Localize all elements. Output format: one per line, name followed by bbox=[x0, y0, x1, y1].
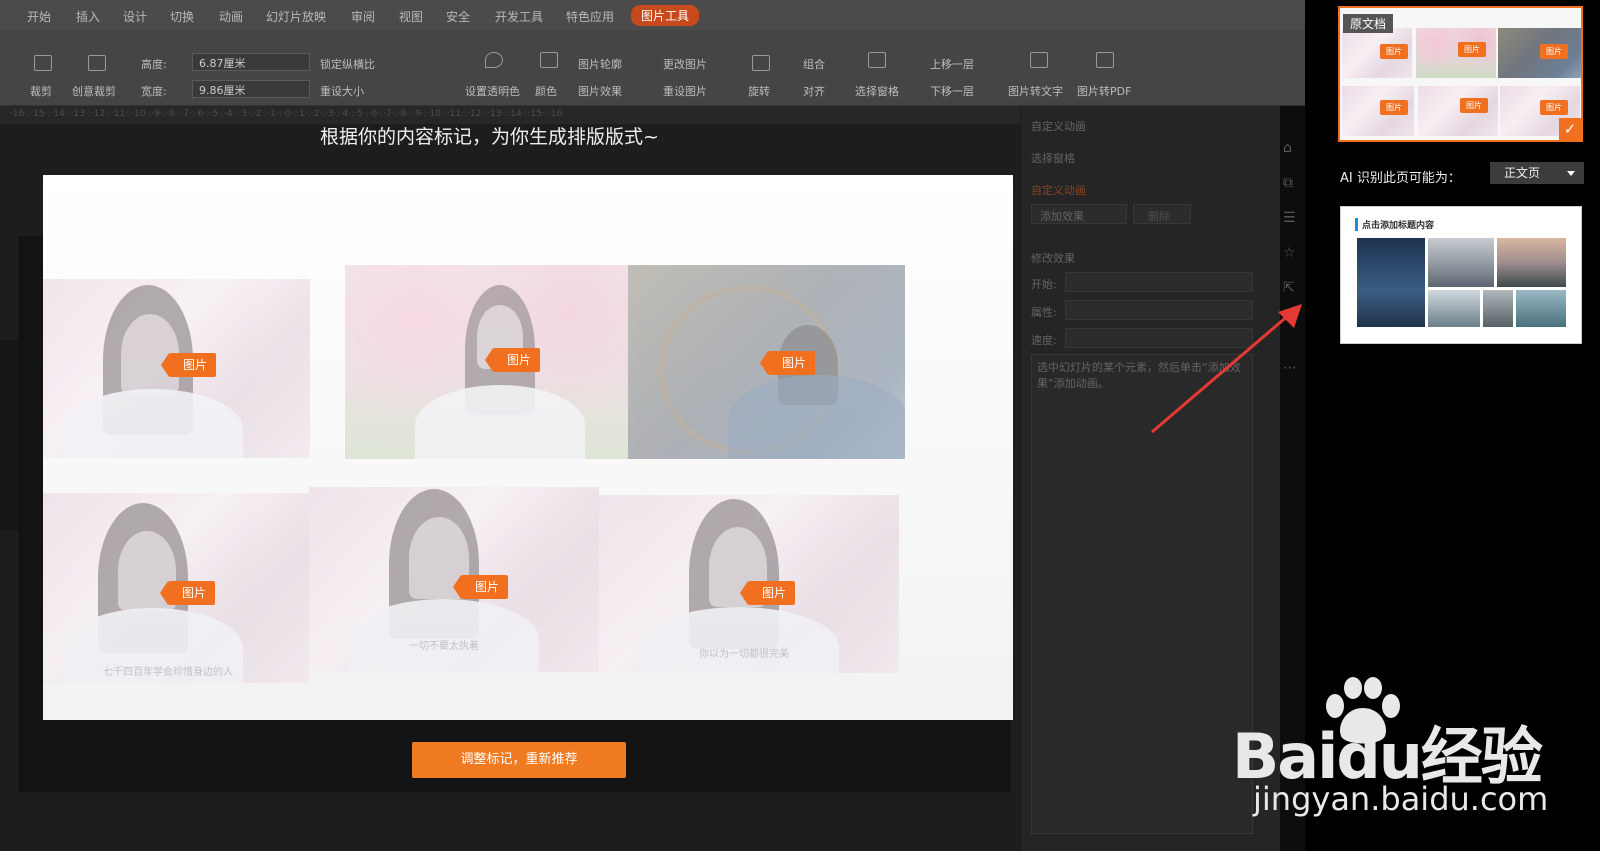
picture-tag[interactable]: 图片 bbox=[759, 351, 816, 375]
bring-forward-button[interactable]: 上移一层 bbox=[930, 56, 974, 72]
tab-home[interactable]: 开始 bbox=[27, 8, 51, 25]
caption-3: 你以为一切都很完美 bbox=[699, 649, 789, 660]
landscape-thumb bbox=[1497, 238, 1566, 287]
dialog-heading: 根据你的内容标记，为你生成排版版式~ bbox=[320, 126, 659, 148]
picture-tag[interactable]: 图片 bbox=[484, 348, 541, 372]
group-button[interactable]: 组合 bbox=[803, 56, 825, 72]
align-button[interactable]: 对齐 bbox=[803, 83, 825, 99]
caption-2: 一切不要太执着 bbox=[409, 641, 479, 652]
mini-picture-tag: 图片 bbox=[1380, 44, 1408, 59]
caption-1: 七千四百年学会珍惜身边的人 bbox=[103, 667, 233, 678]
change-picture-button[interactable]: 更改图片 bbox=[663, 56, 707, 72]
creative-crop-icon bbox=[88, 55, 106, 71]
ai-recognition-label: AI 识别此页可能为： bbox=[1340, 171, 1461, 186]
mini-picture-tag: 图片 bbox=[1380, 100, 1408, 115]
creative-crop-button[interactable]: 创意裁剪 bbox=[72, 83, 116, 99]
tab-view[interactable]: 视图 bbox=[399, 8, 423, 25]
pic-to-pdf-icon bbox=[1096, 52, 1114, 68]
mini-picture-tag: 图片 bbox=[1460, 98, 1488, 113]
page-type-value: 正文页 bbox=[1504, 166, 1541, 180]
landscape-thumb bbox=[1483, 290, 1513, 327]
mini-picture-tag: 图片 bbox=[1540, 44, 1568, 59]
tab-insert[interactable]: 插入 bbox=[76, 8, 100, 25]
picture-tag[interactable]: 图片 bbox=[160, 353, 217, 377]
selected-check-icon: ✓ bbox=[1559, 118, 1581, 140]
adjust-marks-button[interactable]: 调整标记，重新推荐 bbox=[412, 742, 626, 778]
picture-tag[interactable]: 图片 bbox=[739, 581, 796, 605]
tab-transitions[interactable]: 切换 bbox=[170, 8, 194, 25]
ribbon-toolbar: 开始 插入 设计 切换 动画 幻灯片放映 审阅 视图 安全 开发工具 特色应用 … bbox=[0, 0, 1305, 106]
layout-preview: 七千四百年学会珍惜身边的人 一切不要太执着 你以为一切都很完美 图片 图片 图片… bbox=[43, 175, 1013, 720]
layout-suggestion-card[interactable]: 点击添加标题内容 bbox=[1340, 206, 1582, 344]
color-icon bbox=[540, 52, 558, 68]
tab-developer[interactable]: 开发工具 bbox=[495, 8, 543, 25]
crop-button[interactable]: 裁剪 bbox=[30, 83, 52, 99]
mini-picture-tag: 图片 bbox=[1458, 42, 1486, 57]
original-document-card[interactable]: 原文档 图片 图片 图片 图片 图片 图片 ✓ bbox=[1338, 6, 1583, 142]
landscape-thumb bbox=[1428, 238, 1494, 287]
selection-pane-button[interactable]: 选择窗格 bbox=[855, 83, 899, 99]
reset-size-button[interactable]: 重设大小 bbox=[320, 83, 364, 99]
width-label: 宽度: bbox=[141, 85, 167, 98]
pic-to-text-button[interactable]: 图片转文字 bbox=[1008, 83, 1063, 99]
rotate-icon bbox=[752, 55, 770, 71]
card-title-placeholder: 点击添加标题内容 bbox=[1355, 218, 1434, 231]
tab-animations[interactable]: 动画 bbox=[219, 8, 243, 25]
tab-security[interactable]: 安全 bbox=[446, 8, 470, 25]
landscape-thumb bbox=[1516, 290, 1566, 327]
landscape-thumb bbox=[1428, 290, 1480, 327]
tab-picture-tools[interactable]: 图片工具 bbox=[631, 5, 700, 26]
selection-pane-icon bbox=[868, 52, 886, 68]
baidu-watermark-url: jingyan.baidu.com bbox=[1253, 780, 1549, 818]
height-input[interactable]: 6.87厘米 bbox=[192, 53, 310, 71]
ribbon-tabs: 开始 插入 设计 切换 动画 幻灯片放映 审阅 视图 安全 开发工具 特色应用 … bbox=[0, 0, 1305, 30]
color-button[interactable]: 颜色 bbox=[535, 83, 557, 99]
pic-to-pdf-button[interactable]: 图片转PDF bbox=[1077, 83, 1131, 99]
picture-tag[interactable]: 图片 bbox=[452, 575, 509, 599]
red-annotation-arrow bbox=[1151, 304, 1302, 434]
width-input[interactable]: 9.86厘米 bbox=[192, 80, 310, 98]
set-transparent-button[interactable]: 设置透明色 bbox=[465, 83, 520, 99]
mini-picture-tag: 图片 bbox=[1540, 100, 1568, 115]
picture-tag[interactable]: 图片 bbox=[159, 581, 216, 605]
tab-special[interactable]: 特色应用 bbox=[566, 8, 614, 25]
landscape-thumb bbox=[1357, 238, 1425, 327]
height-label: 高度: bbox=[141, 58, 167, 71]
send-backward-button[interactable]: 下移一层 bbox=[930, 83, 974, 99]
reset-picture-button[interactable]: 重设图片 bbox=[663, 83, 707, 99]
transparent-color-icon bbox=[485, 52, 503, 68]
rotate-button[interactable]: 旋转 bbox=[748, 83, 770, 99]
crop-icon bbox=[34, 55, 52, 71]
picture-effect-button[interactable]: 图片效果 bbox=[578, 83, 622, 99]
tab-review[interactable]: 审阅 bbox=[351, 8, 375, 25]
pic-to-text-icon bbox=[1030, 52, 1048, 68]
lock-ratio-checkbox[interactable]: 锁定纵横比 bbox=[320, 56, 375, 72]
tab-slideshow[interactable]: 幻灯片放映 bbox=[266, 8, 326, 25]
picture-outline-button[interactable]: 图片轮廓 bbox=[578, 56, 622, 72]
tab-design[interactable]: 设计 bbox=[123, 8, 147, 25]
original-document-label: 原文档 bbox=[1343, 14, 1394, 33]
chevron-down-icon bbox=[1567, 171, 1575, 176]
page-type-select[interactable]: 正文页 bbox=[1490, 162, 1584, 184]
